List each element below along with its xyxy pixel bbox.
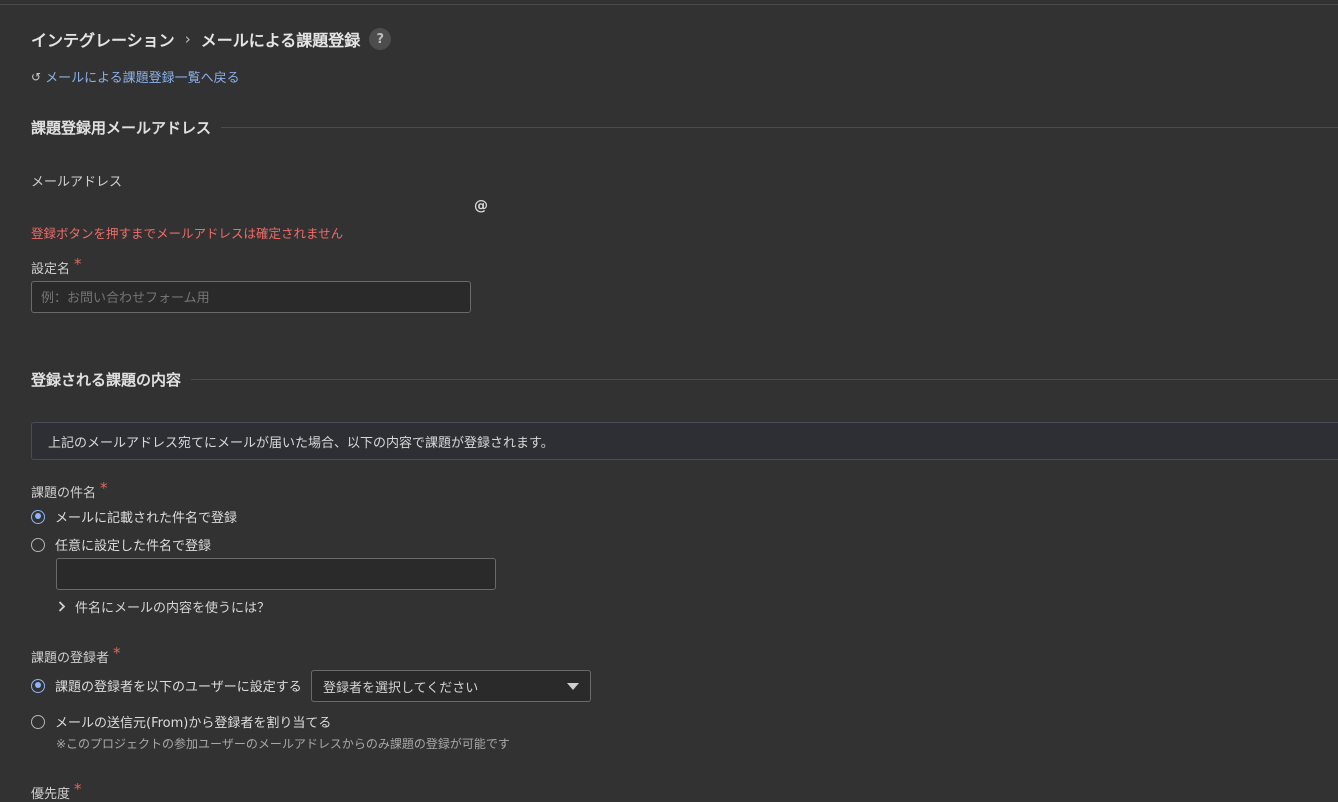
subject-option-custom[interactable]: 任意に設定した件名で登録 [31, 535, 211, 554]
setting-name-label-text: 設定名 [31, 262, 71, 277]
select-value: 登録者を選択してください [323, 680, 479, 696]
return-arrow-icon: ↺ [31, 69, 42, 84]
email-warning: 登録ボタンを押すまでメールアドレスは確定されません [31, 226, 344, 241]
priority-label-text: 優先度 [31, 787, 71, 802]
subject-label-text: 課題の件名 [31, 486, 97, 501]
registrant-option-user[interactable]: 課題の登録者を以下のユーザーに設定する [31, 676, 302, 695]
registrant-note: ※このプロジェクトの参加ユーザーのメールアドレスからのみ課題の登録が可能です [56, 737, 510, 751]
top-divider [0, 4, 1338, 5]
help-icon[interactable]: ? [369, 28, 392, 50]
radio-unselected[interactable] [31, 537, 45, 552]
page-title: メールによる課題登録 [200, 31, 361, 50]
registrant-option-from[interactable]: メールの送信元(From)から登録者を割り当てる [31, 712, 331, 731]
required-mark: * [74, 780, 82, 798]
setting-name-label: 設定名 * [31, 255, 82, 277]
email-label: メールアドレス [31, 175, 123, 190]
section-divider [221, 127, 1338, 128]
radio-label[interactable]: メールの送信元(From)から登録者を割り当てる [55, 712, 331, 731]
section-header-email: 課題登録用メールアドレス [31, 117, 1338, 138]
back-link[interactable]: ↺ メールによる課題登録一覧へ戻る [31, 67, 240, 87]
radio-selected[interactable] [31, 509, 45, 524]
subject-help-expander[interactable]: 件名にメールの内容を使うには？ [58, 597, 270, 616]
at-sign: @ [474, 198, 488, 214]
setting-name-input[interactable] [31, 281, 471, 313]
section-divider [191, 379, 1338, 380]
required-mark: * [113, 644, 121, 662]
breadcrumb-parent-link[interactable]: インテグレーション [31, 27, 175, 51]
section-title: 登録される課題の内容 [31, 371, 182, 389]
required-mark: * [100, 479, 108, 497]
priority-label: 優先度 * [31, 780, 82, 802]
registrant-label-text: 課題の登録者 [31, 651, 110, 666]
radio-label[interactable]: メールに記載された件名で登録 [55, 507, 237, 526]
section-header-issue: 登録される課題の内容 [31, 369, 1338, 390]
info-box: 上記のメールアドレス宛てにメールが届いた場合、以下の内容で課題が登録されます。 [31, 422, 1338, 460]
caret-down-icon [567, 682, 579, 690]
custom-subject-input[interactable] [56, 558, 496, 590]
chevron-right-icon [58, 601, 66, 612]
radio-label[interactable]: 任意に設定した件名で登録 [55, 535, 211, 554]
radio-unselected[interactable] [31, 714, 45, 729]
radio-selected[interactable] [31, 678, 45, 693]
breadcrumb: インテグレーション › メールによる課題登録 ? [31, 26, 392, 52]
required-mark: * [74, 255, 82, 273]
registrant-select[interactable]: 登録者を選択してください [311, 670, 591, 702]
subject-option-mail-subject[interactable]: メールに記載された件名で登録 [31, 507, 237, 526]
back-link-label[interactable]: メールによる課題登録一覧へ戻る [45, 67, 240, 86]
registrant-label: 課題の登録者 * [31, 644, 121, 666]
subject-label: 課題の件名 * [31, 479, 108, 501]
section-title: 課題登録用メールアドレス [31, 119, 212, 137]
expander-label[interactable]: 件名にメールの内容を使うには？ [75, 597, 270, 616]
chevron-right-icon: › [184, 30, 191, 48]
radio-label[interactable]: 課題の登録者を以下のユーザーに設定する [55, 676, 302, 695]
